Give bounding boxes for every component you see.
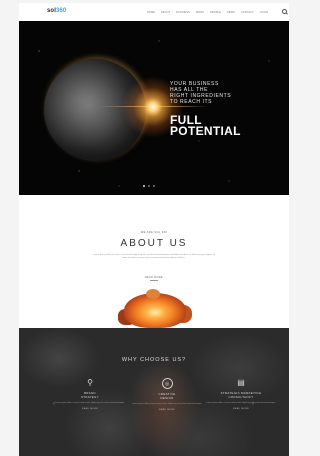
nav-item-business[interactable]: BUSINESS [176, 11, 190, 14]
about-section: WE ARE SOL 360 ABOUT US Lorem ipsum dolo… [19, 195, 289, 328]
slider-dot[interactable] [153, 185, 155, 187]
rock-shape [146, 289, 160, 299]
feature-description: Lorem ipsum dolor sit amet consectetur a… [132, 403, 202, 406]
target-icon: ◎ [161, 378, 173, 389]
feature-description: Lorem ipsum dolor sit amet consectetur a… [55, 402, 125, 405]
slider-dot[interactable] [148, 185, 150, 187]
nav-item-home[interactable]: HOME [147, 11, 155, 14]
site-header: sol360 HOME ABOUT BUSINESS WORK PEOPLE N… [19, 3, 289, 21]
hero-headline: FULL POTENTIAL [170, 113, 241, 138]
feature-card: ▤ STRATEGIC MARKETING CONSULTANCY Lorem … [206, 378, 276, 410]
about-kicker: WE ARE SOL 360 [140, 231, 168, 234]
logo-accent: 360 [55, 8, 67, 14]
slider-pagination [143, 185, 155, 187]
about-read-more-link[interactable]: READ MORE [19, 276, 289, 281]
page: sol360 HOME ABOUT BUSINESS WORK PEOPLE N… [19, 3, 289, 456]
nav-item-about[interactable]: ABOUT [161, 11, 170, 14]
logo[interactable]: sol360 [47, 8, 66, 14]
why-choose-us-section: WHY CHOOSE US? ‹ › ⚲ BRAND STRATEGY Lore… [19, 328, 289, 456]
hero-intro-text: YOUR BUSINESS HAS ALL THE RIGHT INGREDIE… [170, 81, 232, 105]
feature-read-more-link[interactable]: READ MORE [55, 408, 125, 410]
feature-name: CREATIVE DESIGN [158, 392, 176, 400]
search-icon[interactable] [282, 9, 287, 14]
why-title: WHY CHOOSE US? [121, 357, 187, 363]
nav-item-login[interactable]: LOGIN [260, 11, 268, 14]
feature-description: Lorem ipsum dolor sit amet consectetur a… [206, 402, 276, 405]
main-nav: HOME ABOUT BUSINESS WORK PEOPLE NEWS CON… [147, 11, 268, 14]
feature-name: BRAND STRATEGY [80, 391, 100, 399]
feature-name: STRATEGIC MARKETING CONSULTANCY [220, 391, 262, 399]
nav-item-people[interactable]: PEOPLE [210, 11, 221, 14]
feature-card: ◎ CREATIVE DESIGN Lorem ipsum dolor sit … [132, 378, 202, 411]
nav-item-news[interactable]: NEWS [227, 11, 235, 14]
document-icon: ▤ [237, 378, 245, 387]
hero-banner: YOUR BUSINESS HAS ALL THE RIGHT INGREDIE… [19, 21, 289, 195]
glowing-rock-image [116, 287, 196, 328]
feature-read-more-link[interactable]: READ MORE [206, 408, 276, 410]
person-icon: ⚲ [87, 378, 93, 387]
logo-text: sol [47, 8, 56, 14]
feature-card: ⚲ BRAND STRATEGY Lorem ipsum dolor sit a… [55, 378, 125, 410]
slider-dot-active[interactable] [143, 185, 145, 187]
nav-item-contact[interactable]: CONTACT [241, 11, 254, 14]
about-body: Lorem ipsum dolor sit amet, consectetur … [93, 254, 215, 260]
about-title: ABOUT US [120, 238, 188, 249]
nav-item-work[interactable]: WORK [196, 11, 204, 14]
feature-read-more-link[interactable]: READ MORE [132, 409, 202, 411]
